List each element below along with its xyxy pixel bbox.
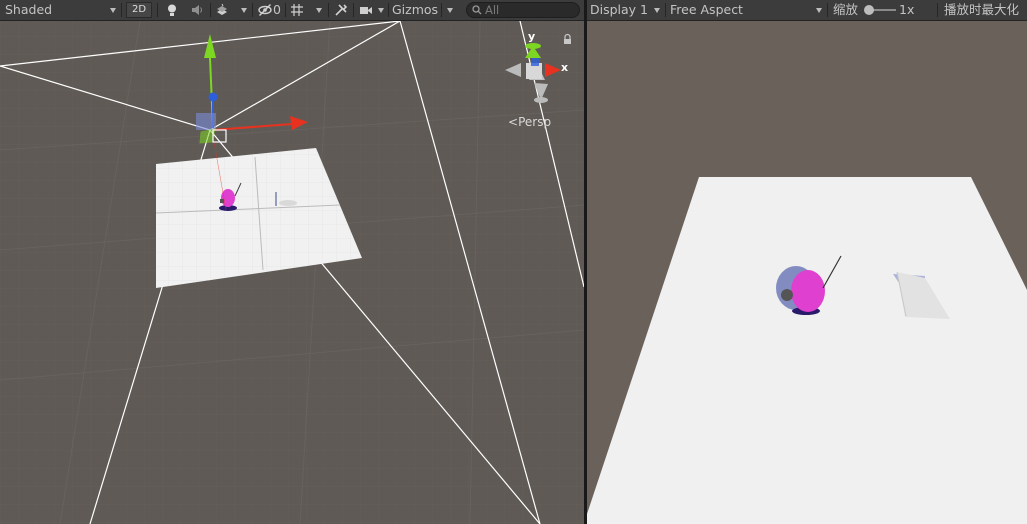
toolbar-divider bbox=[441, 3, 442, 17]
draw-mode-dropdown[interactable]: Shaded bbox=[5, 0, 52, 20]
scale-slider-knob[interactable] bbox=[864, 5, 874, 15]
maximize-on-play-toggle[interactable]: 播放时最大化 bbox=[944, 0, 1019, 20]
camera-icon[interactable] bbox=[359, 3, 373, 17]
game-view-panel[interactable]: Display 1 Free Aspect 缩放 1x 播放时最大化 bbox=[587, 0, 1027, 524]
2d-mode-toggle[interactable]: 2D bbox=[126, 2, 152, 18]
gizmo-y-axis-label: y bbox=[528, 30, 536, 43]
tools-icon[interactable] bbox=[334, 3, 348, 17]
toolbar-divider bbox=[827, 3, 828, 17]
game-viewport bbox=[587, 177, 1027, 524]
toolbar-divider bbox=[157, 3, 158, 17]
draw-mode-chevron-down-icon[interactable] bbox=[110, 8, 116, 13]
toolbar-divider bbox=[252, 3, 253, 17]
projection-toggle[interactable]: <Persp bbox=[508, 115, 551, 129]
scene-toolbar: Shaded 2D 0 Gizmos All bbox=[0, 0, 584, 21]
scale-value: 1x bbox=[899, 2, 915, 17]
grid-icon[interactable] bbox=[290, 3, 304, 17]
aspect-dropdown[interactable]: Free Aspect bbox=[670, 0, 743, 20]
toolbar-divider bbox=[210, 3, 211, 17]
toolbar-divider bbox=[121, 3, 122, 17]
effects-icon[interactable] bbox=[215, 3, 229, 17]
projection-label: Persp bbox=[518, 115, 552, 129]
scale-label: 缩放 bbox=[833, 2, 859, 17]
scene-floor-grid bbox=[0, 21, 584, 524]
game-toolbar: Display 1 Free Aspect 缩放 1x 播放时最大化 bbox=[587, 0, 1027, 21]
hidden-objects-icon[interactable] bbox=[258, 3, 272, 17]
toolbar-divider bbox=[328, 3, 329, 17]
toolbar-divider bbox=[388, 3, 389, 17]
search-placeholder: All bbox=[485, 3, 500, 17]
display-dropdown[interactable]: Display 1 bbox=[590, 0, 648, 20]
scene-view-panel[interactable]: Shaded 2D 0 Gizmos All y x <Persp bbox=[0, 0, 584, 524]
toolbar-divider bbox=[353, 3, 354, 17]
toolbar-divider bbox=[285, 3, 286, 17]
hidden-objects-count: 0 bbox=[273, 2, 281, 17]
toolbar-divider bbox=[937, 3, 938, 17]
search-input[interactable]: All bbox=[466, 2, 580, 18]
scene-viewport[interactable] bbox=[0, 21, 584, 524]
aspect-chevron-down-icon[interactable] bbox=[816, 8, 822, 13]
camera-chevron-down-icon[interactable] bbox=[378, 8, 384, 13]
gizmos-dropdown[interactable]: Gizmos bbox=[392, 0, 438, 20]
gizmos-chevron-down-icon[interactable] bbox=[447, 8, 453, 13]
gizmo-x-axis-label: x bbox=[561, 61, 569, 74]
effects-chevron-down-icon[interactable] bbox=[241, 8, 247, 13]
grid-chevron-down-icon[interactable] bbox=[316, 8, 322, 13]
toolbar-divider bbox=[665, 3, 666, 17]
lighting-icon[interactable] bbox=[165, 3, 179, 17]
display-chevron-down-icon[interactable] bbox=[654, 8, 660, 13]
audio-icon[interactable] bbox=[190, 3, 204, 17]
game-ground-plane bbox=[587, 177, 1027, 524]
search-icon bbox=[472, 5, 482, 15]
